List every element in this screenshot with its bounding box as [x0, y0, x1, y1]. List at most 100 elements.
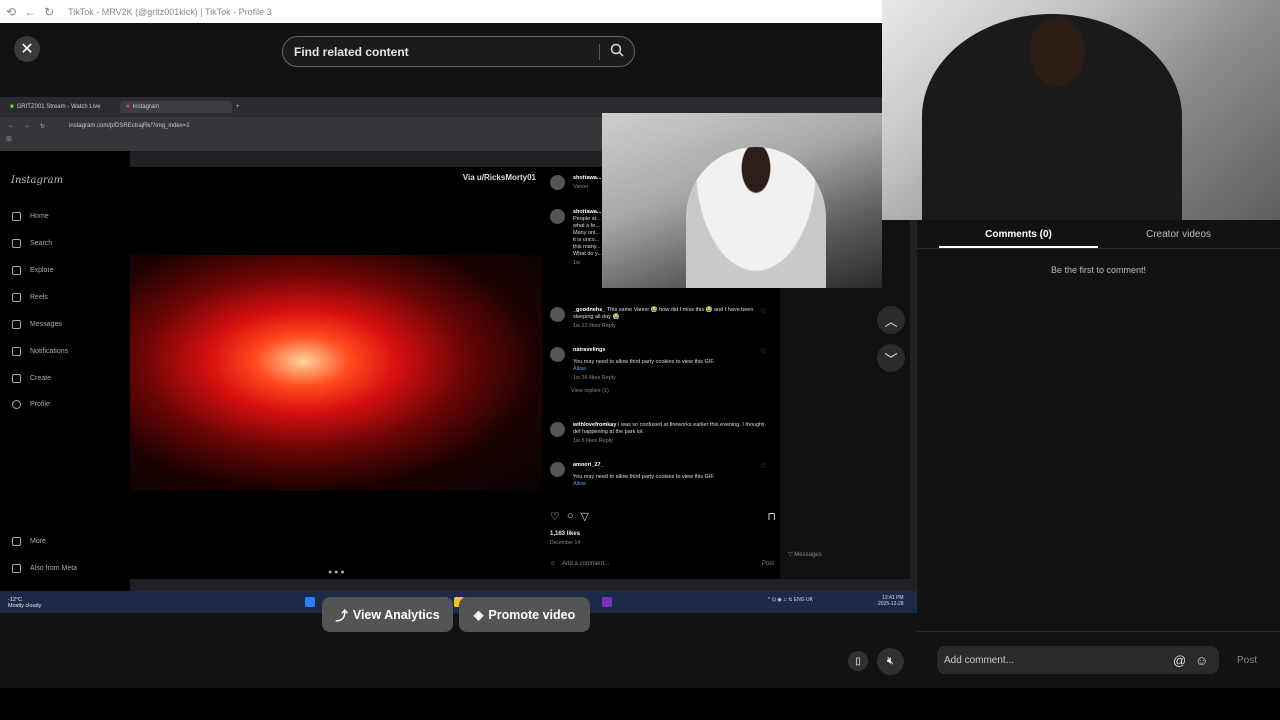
heart-icon[interactable]: ♡	[761, 309, 766, 316]
ig-comment-input[interactable]: ☺ Add a comment... Post	[550, 561, 774, 567]
avatar[interactable]	[550, 209, 565, 224]
floating-player-button[interactable]: ▯	[848, 651, 868, 671]
analytics-label: View Analytics	[352, 607, 440, 622]
comment-meta: 1w 36 likes Reply	[573, 375, 616, 381]
back-icon[interactable]: ⟲	[6, 5, 16, 19]
close-button[interactable]: ✕	[14, 36, 40, 62]
search-input[interactable]: Find related content	[282, 36, 635, 67]
nav-label: Create	[30, 375, 52, 382]
menu-icon	[12, 537, 21, 546]
forward-icon[interactable]: →	[24, 123, 30, 129]
tab-creator-videos[interactable]: Creator videos	[1100, 229, 1257, 240]
flame-icon: ◈	[473, 608, 484, 622]
comment-user[interactable]: amoori_27_	[573, 462, 772, 469]
emoji-icon[interactable]: ☺	[550, 561, 556, 567]
empty-comments-message: Be the first to comment!	[1050, 265, 1147, 275]
ig-nav-search[interactable]: Search	[12, 239, 52, 248]
post-media[interactable]: Via u/RicksMorty01 ● ● ●	[130, 167, 542, 579]
reload-icon[interactable]: ↻	[40, 123, 45, 130]
new-tab-icon[interactable]: +	[236, 104, 240, 110]
likes-count[interactable]: 1,163 likes	[550, 531, 580, 537]
messages-pill[interactable]: ▽ Messages	[788, 551, 822, 558]
ig-nav-reels[interactable]: Reels	[12, 293, 48, 302]
next-video-button[interactable]: ﹀	[877, 344, 905, 372]
comment-item: _goodnehs_ This same Vanier 😭 how did I …	[550, 307, 772, 330]
reload-icon[interactable]: ↻	[44, 5, 54, 19]
windows-start-icon[interactable]	[305, 597, 315, 607]
mute-button[interactable]: 🔇︎	[877, 648, 904, 675]
share-icon[interactable]: ▽	[581, 510, 589, 523]
explore-icon	[12, 266, 21, 275]
streamer-figure	[686, 147, 826, 288]
comment-icon[interactable]: ○	[567, 510, 574, 523]
weather-widget[interactable]: -12°C Mostly cloudy	[8, 597, 41, 609]
region-indicator: UK	[806, 597, 813, 603]
ig-nav-home[interactable]: Home	[12, 212, 49, 221]
ig-nav-create[interactable]: Create	[12, 374, 51, 383]
webcam-overlay-large	[882, 0, 1280, 220]
tab-comments[interactable]: Comments (0)	[939, 229, 1098, 240]
comment-item: amoori_27_ You may need to allow third p…	[550, 462, 772, 488]
comment-user[interactable]: _goodnehs_	[573, 307, 605, 313]
comment-item: withlovefromkay I was so confused at fir…	[550, 422, 772, 445]
emoji-icon[interactable]: ☺	[1195, 653, 1208, 668]
tab-label: GRITZ001 Stream - Watch Live	[16, 104, 101, 110]
browser-tab[interactable]: ■ GRITZ001 Stream - Watch Live	[4, 101, 116, 113]
promote-label: Promote video	[488, 607, 576, 622]
comment-user[interactable]: natravelings	[573, 347, 772, 354]
allow-link[interactable]: Allow	[573, 366, 772, 373]
like-icon[interactable]: ♡	[550, 510, 560, 523]
browser-tab-active[interactable]: ■ Instagram	[120, 101, 232, 113]
messages-label: Messages	[794, 552, 822, 558]
home-icon	[12, 212, 21, 221]
search-icon[interactable]	[610, 43, 624, 57]
system-tray[interactable]: ^ ⊡ ◉ ♫ ⇅ ENG UK	[768, 597, 813, 603]
allow-link[interactable]: Allow	[573, 481, 772, 488]
view-replies-link[interactable]: View replies (1)	[571, 388, 772, 395]
avatar[interactable]	[550, 175, 565, 190]
ig-nav-messages[interactable]: Messages	[12, 320, 62, 329]
heart-icon[interactable]: ♡	[761, 349, 766, 356]
avatar[interactable]	[550, 307, 565, 322]
ig-nav-meta[interactable]: Also from Meta	[12, 564, 77, 573]
promote-video-button[interactable]: ◈ Promote video	[459, 597, 590, 632]
taskbar-app-icon[interactable]	[602, 597, 612, 607]
meta-icon	[12, 564, 21, 573]
ig-nav-notifications[interactable]: Notifications	[12, 347, 68, 356]
avatar[interactable]	[550, 422, 565, 437]
heart-icon[interactable]: ♡	[761, 424, 766, 431]
nav-label: Search	[30, 240, 53, 247]
reels-icon	[12, 293, 21, 302]
back-icon[interactable]: ←	[8, 123, 14, 129]
webcam-overlay-small	[602, 113, 882, 288]
nav-label: Explore	[30, 267, 54, 274]
taskbar-clock[interactable]: 12:41 PM 2025-12-28	[878, 595, 904, 607]
post-comment-button[interactable]: Post	[1237, 655, 1257, 666]
ig-nav-more[interactable]: More	[12, 537, 46, 546]
instagram-logo: Instagram	[11, 175, 64, 186]
browser-title-bar: ⟲ ← ↻ TikTok - MRV2K (@gritz001kick) | T…	[0, 0, 882, 23]
comment-text: You may need to allow third party cookie…	[573, 359, 715, 365]
comment-user[interactable]: withlovefromkay	[573, 422, 616, 428]
nav-label: Messages	[30, 321, 62, 328]
view-analytics-button[interactable]: ⤴ View Analytics	[322, 597, 453, 632]
avatar[interactable]	[550, 347, 565, 362]
ig-post-button[interactable]: Post	[762, 561, 774, 567]
back-arrow-icon[interactable]: ←	[24, 5, 36, 19]
comment-input[interactable]: Add comment... @ ☺	[937, 646, 1219, 674]
avatar[interactable]	[550, 462, 565, 477]
media-watermark: Via u/RicksMorty01	[462, 173, 536, 182]
search-separator	[599, 44, 600, 60]
post-actions: ♡ ○ ▽ ⊓	[550, 510, 776, 523]
previous-video-button[interactable]: ︿	[877, 306, 905, 334]
ig-nav-profile[interactable]: Profile	[12, 400, 50, 409]
create-icon	[12, 374, 21, 383]
language-indicator: ENG	[793, 597, 805, 603]
close-icon: ✕	[20, 41, 34, 58]
bookmark-icon[interactable]: ⊓	[767, 510, 776, 523]
mention-icon[interactable]: @	[1173, 653, 1186, 668]
heart-icon[interactable]: ♡	[761, 464, 766, 471]
ig-nav-explore[interactable]: Explore	[12, 266, 54, 275]
tab-label: Instagram	[132, 104, 160, 110]
bottom-bar	[0, 688, 1280, 720]
